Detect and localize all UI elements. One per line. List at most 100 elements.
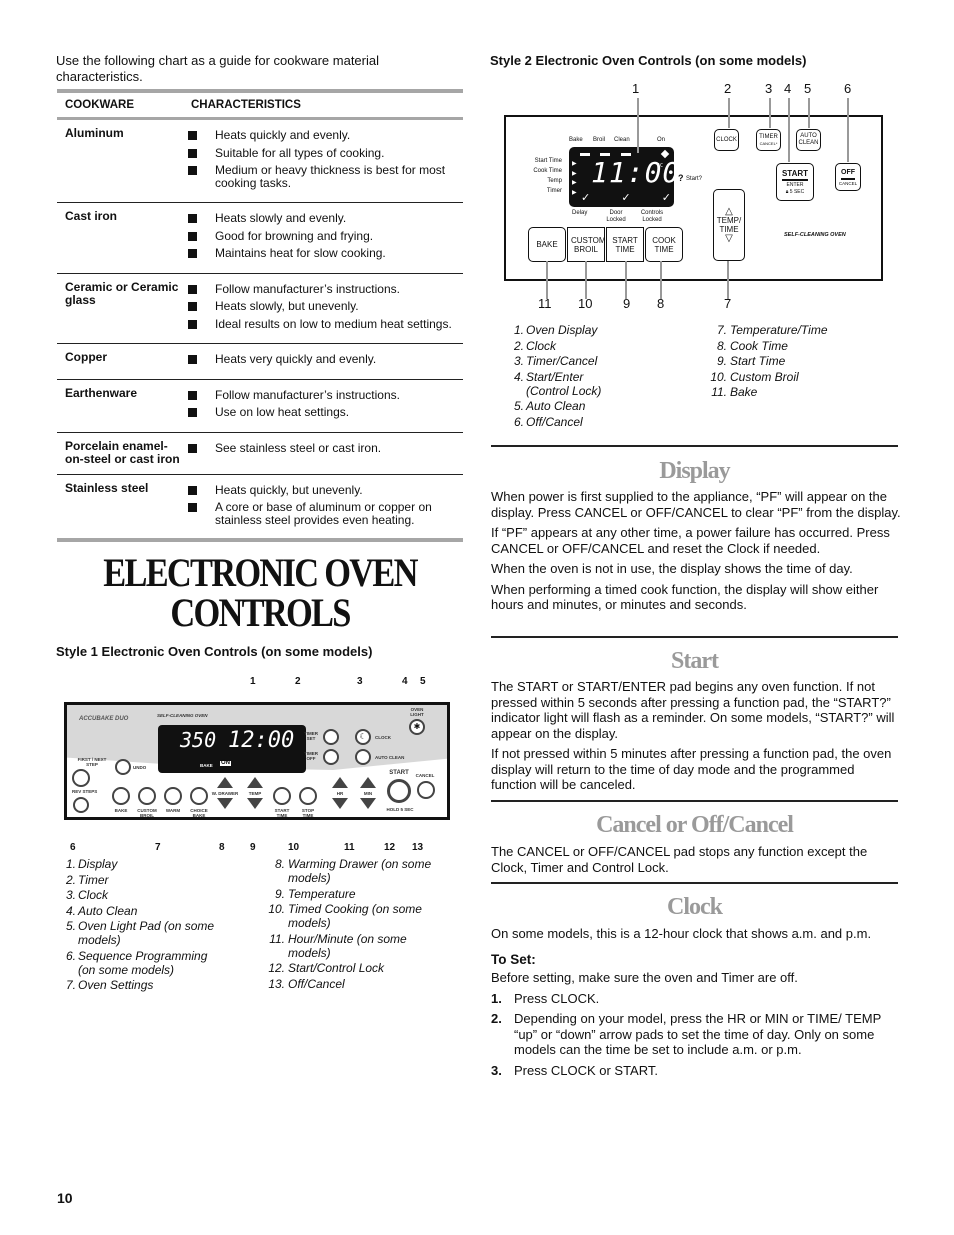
legend-item: 2. Clock <box>514 339 714 353</box>
timer-set-button[interactable] <box>323 729 339 745</box>
characteristic-item: Medium or heavy thickness is best for mo… <box>183 164 463 189</box>
auto-clean-button[interactable]: AUTO CLEAN <box>796 129 821 151</box>
temp-time-label: TEMP/ TIME <box>716 216 742 234</box>
brand-logo: ACCUBAKE DUO <box>79 716 129 722</box>
legend-item: 9. Temperature <box>268 887 468 901</box>
timer-off-button[interactable] <box>323 749 339 765</box>
square-bullet-icon <box>188 443 197 453</box>
arrow-down-icon[interactable]: ▽ <box>725 234 733 244</box>
bake-button[interactable]: BAKE <box>528 227 566 262</box>
rev-steps-button[interactable] <box>73 797 89 813</box>
temp-down-button[interactable] <box>247 798 263 809</box>
legend-left-column: 1. Display 2. Timer 3. Clock 4. Auto Clean 5. Ove… <box>66 857 266 994</box>
characteristic-text: Ideal results on low to medium heat sett… <box>215 316 452 331</box>
drawer-on-button[interactable] <box>217 777 233 788</box>
callout-7: 7 <box>155 842 161 853</box>
legend-label: Clock <box>78 888 109 902</box>
characteristic-text: Heats quickly, but unevenly. <box>215 482 363 497</box>
custom-broil-label: CUSTOM BROIL <box>571 235 606 254</box>
characteristic-text: Use on low heat settings. <box>215 405 350 419</box>
hr-up-button[interactable] <box>332 777 348 788</box>
drawer-off-button[interactable] <box>217 798 233 809</box>
paragraph: If “PF” appears at any other time, a pow… <box>491 525 890 556</box>
bake-button[interactable] <box>112 787 130 805</box>
legend-number: 12. <box>268 961 285 975</box>
temp-time-button[interactable]: △ TEMP/ TIME ▽ <box>713 189 745 261</box>
legend-number: 6. <box>66 948 77 963</box>
choice-bake-button[interactable] <box>190 787 208 805</box>
callout-4: 4 <box>402 676 408 687</box>
to-set-subheading: To Set: <box>491 951 536 967</box>
display-temp: 350 <box>180 728 217 752</box>
start-button[interactable] <box>387 779 411 803</box>
light-bulb-icon: ✱ <box>413 722 421 731</box>
characteristic-item: A core or base of aluminum or copper on … <box>183 501 463 526</box>
custom-broil-button[interactable] <box>138 787 156 805</box>
clock-label: CLOCK <box>375 735 391 740</box>
first-next-step-button[interactable] <box>72 769 90 787</box>
legend-label: Start/Enter (Control Lock) <box>526 369 602 398</box>
square-bullet-icon <box>188 319 197 329</box>
cook-time-button[interactable]: COOK TIME <box>645 227 683 262</box>
start-label: START <box>389 770 409 776</box>
start-section-body: The START or START/ENTER pad begins any … <box>491 679 901 798</box>
table-row: Aluminum Heats quickly and evenly. Suitabl… <box>57 120 463 203</box>
leader-line <box>585 261 587 299</box>
timer-cancel-button[interactable]: TIMER CANCEL* <box>756 129 781 151</box>
start-enter-button[interactable]: START ENTER 🔒︎ 5 SEC <box>776 163 814 201</box>
characteristic-item: Good for browning and frying. <box>183 229 463 243</box>
legend-item: 10. Custom Broil <box>710 370 900 384</box>
clock-heading: Clock <box>667 894 723 920</box>
auto-clean-button[interactable] <box>355 749 371 765</box>
indicator-timer: Timer <box>546 188 562 194</box>
stop-time-button[interactable] <box>299 787 317 805</box>
start-time-button[interactable]: START TIME <box>606 227 644 262</box>
characteristic-text: See stainless steel or cast iron. <box>215 440 382 455</box>
undo-button[interactable] <box>115 759 131 775</box>
legend-item: 3. Timer/Cancel <box>514 354 714 368</box>
temp-up-button[interactable] <box>247 777 263 788</box>
legend-item: 7. Temperature/Time <box>710 323 900 337</box>
callout-9: 9 <box>250 842 256 853</box>
characteristic-text: Maintains heat for slow cooking. <box>215 246 386 260</box>
min-up-button[interactable] <box>360 777 376 788</box>
custom-broil-button[interactable]: CUSTOM BROIL <box>567 227 606 262</box>
square-bullet-icon <box>188 284 197 294</box>
legend-label: Oven Settings <box>78 978 154 992</box>
paragraph: The START or START/ENTER pad begins any … <box>491 679 895 741</box>
hr-down-button[interactable] <box>332 798 348 809</box>
lock-label: 5 SEC <box>789 189 805 195</box>
oven-display: 350 12:00 BAKE ON <box>158 725 306 773</box>
legend-label: Display <box>78 857 118 871</box>
start-time-button[interactable] <box>273 787 291 805</box>
clock-button[interactable]: ☾ <box>355 729 371 745</box>
legend-number: 8. <box>716 338 727 353</box>
title-line-1: ELECTRONIC OVEN <box>103 550 418 595</box>
style2-panel: Bake Broil Clean On Start Time Cook Time… <box>504 115 883 281</box>
cancel-button[interactable] <box>417 781 435 799</box>
off-cancel-button[interactable]: OFF CANCEL <box>835 163 861 191</box>
arrow-up-icon[interactable]: △ <box>725 207 733 217</box>
cancel-section-body: The CANCEL or OFF/CANCEL pad stops any f… <box>491 844 901 880</box>
clock-button[interactable]: CLOCK <box>714 129 739 151</box>
choice-bake-label: CHOICE BAKE <box>190 808 208 818</box>
square-bullet-icon <box>188 302 197 311</box>
callout-6: 6 <box>70 842 76 853</box>
table-row: Ceramic or Ceramic glass Follow manufactu… <box>57 274 463 344</box>
paragraph: When the oven is not in use, the display… <box>491 561 853 576</box>
cookware-material: Earthenware <box>65 385 138 400</box>
characteristic-item: Follow manufacturer’s instructions. <box>183 282 463 296</box>
warm-button[interactable] <box>164 787 182 805</box>
cookware-characteristics: Heats slowly and evenly. Good for brownin… <box>183 209 463 265</box>
cook-time-label: COOK TIME <box>652 235 676 254</box>
legend-item: 4. Start/Enter (Control Lock) <box>514 370 714 398</box>
min-down-button[interactable] <box>360 798 376 809</box>
legend-number: 2. <box>66 872 77 887</box>
oven-light-button[interactable]: ✱ <box>409 719 425 735</box>
lock-icon: 🔒︎ <box>785 189 789 195</box>
legend-right-column: 7. Temperature/Time 8. Cook Time 9. Start Tim… <box>710 323 900 401</box>
legend-number: 10. <box>710 369 727 384</box>
legend-item: 11. Hour/Minute (on some models) <box>268 932 468 960</box>
legend-item: 13. Off/Cancel <box>268 977 468 991</box>
off-label: OFF <box>841 168 855 180</box>
